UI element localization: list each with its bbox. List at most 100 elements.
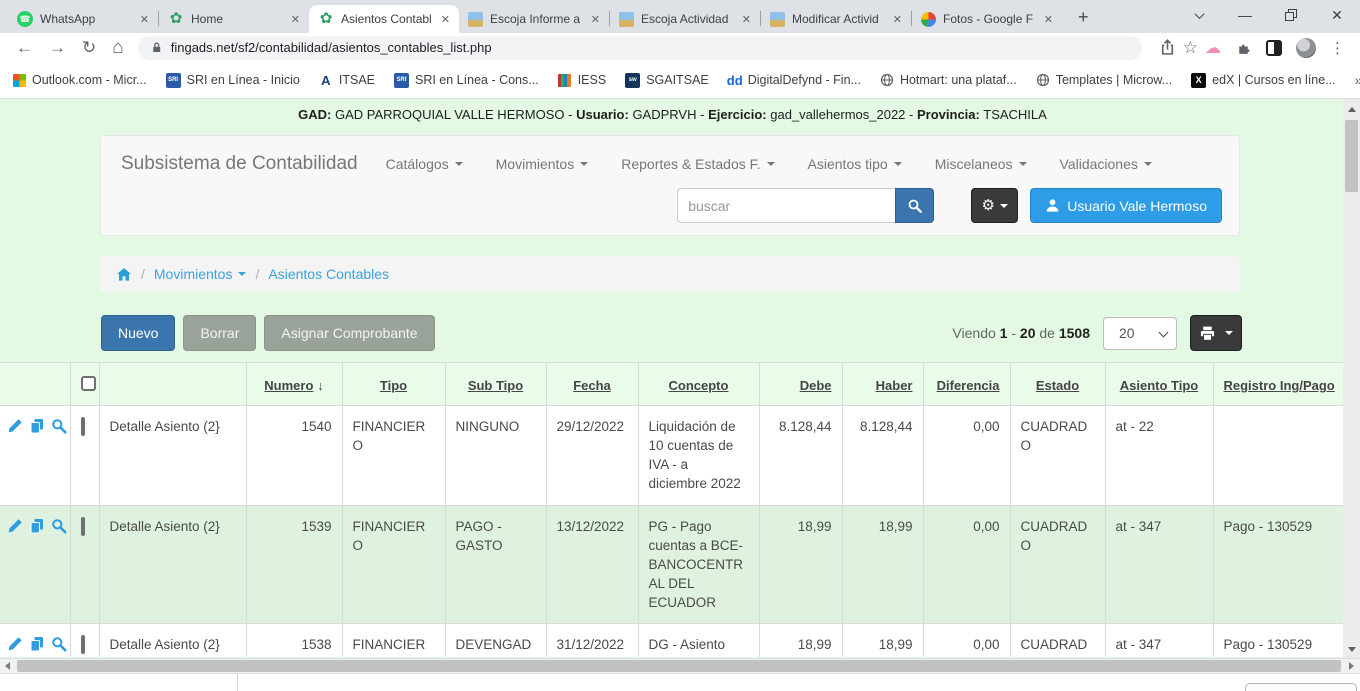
sort-diferencia[interactable]: Diferencia [937, 378, 1000, 393]
menu-catalogos[interactable]: Catálogos [386, 156, 463, 172]
page-size-select[interactable]: 20 [1103, 317, 1177, 350]
reader-extension-icon[interactable] [1266, 40, 1282, 56]
tab-asientos-contables-active[interactable]: ✿ Asientos Contabl ✕ [309, 5, 459, 33]
extensions-puzzle-icon[interactable] [1235, 39, 1252, 56]
sort-tipo[interactable]: Tipo [380, 378, 407, 393]
bookmark-sri-consultas[interactable]: SRI SRI en Línea - Cons... [394, 73, 539, 88]
search-input[interactable] [677, 188, 895, 223]
back-icon[interactable]: ← [16, 38, 33, 58]
sort-numero[interactable]: Numero [264, 378, 313, 393]
sort-haber[interactable]: Haber [876, 378, 913, 393]
restore-button[interactable] [1268, 1, 1314, 29]
close-icon[interactable]: ✕ [890, 11, 905, 28]
bookmark-star-icon[interactable]: ☆ [1183, 38, 1198, 58]
new-tab-button[interactable]: + [1072, 7, 1095, 28]
bookmark-iess[interactable]: IESS [558, 73, 607, 87]
sort-estado[interactable]: Estado [1036, 378, 1079, 393]
window-close-button[interactable]: ✕ [1314, 1, 1360, 29]
breadcrumb-asientos-contables[interactable]: Asientos Contables [268, 266, 389, 282]
cell-asiento-tipo-link[interactable]: at - 347 [1105, 624, 1213, 657]
tab-home[interactable]: ✿ Home ✕ [159, 5, 309, 33]
menu-asientos-tipo[interactable]: Asientos tipo [808, 156, 902, 172]
tab-modificar-actividad[interactable]: Modificar Activid ✕ [761, 5, 911, 33]
tab-whatsapp[interactable]: ☎ WhatsApp ✕ [8, 5, 158, 33]
close-icon[interactable]: ✕ [739, 11, 754, 28]
menu-movimientos[interactable]: Movimientos [496, 156, 589, 172]
sort-fecha[interactable]: Fecha [573, 378, 611, 393]
bookmark-sgaitsae[interactable]: sw SGAITSAE [625, 73, 709, 88]
sort-debe[interactable]: Debe [800, 378, 832, 393]
close-icon[interactable]: ✕ [1041, 11, 1056, 28]
row-checkbox[interactable] [81, 517, 85, 536]
row-checkbox[interactable] [81, 417, 85, 436]
cell-detalle-link[interactable]: Detalle Asiento (2} [99, 406, 246, 506]
edit-pencil-icon[interactable] [7, 636, 23, 652]
horizontal-scrollbar-thumb[interactable] [17, 660, 1341, 672]
view-magnifier-icon[interactable] [51, 518, 67, 534]
edit-pencil-icon[interactable] [7, 518, 23, 534]
edit-pencil-icon[interactable] [7, 418, 23, 434]
bookmark-hotmart[interactable]: Hotmart: una plataf... [880, 73, 1017, 87]
close-icon[interactable]: ✕ [588, 11, 603, 28]
sort-sub-tipo[interactable]: Sub Tipo [468, 378, 523, 393]
select-all-checkbox[interactable] [81, 376, 96, 391]
sort-concepto[interactable]: Concepto [669, 378, 729, 393]
profile-avatar[interactable] [1296, 38, 1316, 58]
view-magnifier-icon[interactable] [51, 636, 67, 652]
scroll-up-arrow-icon[interactable] [1343, 101, 1360, 117]
scroll-down-arrow-icon[interactable] [1343, 641, 1360, 657]
tab-escoja-actividad[interactable]: Escoja Actividad ✕ [610, 5, 760, 33]
breadcrumb-movimientos[interactable]: Movimientos [154, 266, 247, 282]
close-icon[interactable]: ✕ [137, 11, 152, 28]
asignar-comprobante-button[interactable]: Asignar Comprobante [264, 315, 434, 351]
cell-detalle-link[interactable]: Detalle Asiento (2} [99, 624, 246, 657]
cell-registro-link[interactable]: Pago - 130529 [1213, 505, 1345, 624]
menu-validaciones[interactable]: Validaciones [1060, 156, 1152, 172]
sort-registro[interactable]: Registro Ing/Pago [1224, 378, 1335, 393]
bookmarks-overflow-chevron[interactable]: » [1355, 72, 1360, 88]
copy-icon[interactable] [29, 418, 45, 434]
settings-button[interactable]: ⚙ [971, 188, 1018, 223]
user-menu-button[interactable]: Usuario Vale Hermoso [1030, 188, 1222, 223]
home-icon[interactable]: ⌂ [112, 37, 123, 59]
reload-icon[interactable]: ↻ [82, 38, 96, 58]
share-icon[interactable] [1159, 39, 1176, 56]
bookmark-edx[interactable]: X edX | Cursos en líne... [1191, 73, 1335, 88]
bookmark-templates[interactable]: Templates | Microw... [1036, 73, 1172, 87]
menu-reportes[interactable]: Reportes & Estados F. [621, 156, 774, 172]
navbar-brand[interactable]: Subsistema de Contabilidad [121, 153, 358, 175]
scroll-left-arrow-icon[interactable] [0, 659, 15, 673]
chrome-menu-icon[interactable]: ⋮ [1330, 39, 1345, 57]
tab-escoja-informe[interactable]: Escoja Informe a ✕ [459, 5, 609, 33]
close-icon[interactable]: ✕ [438, 11, 453, 28]
close-icon[interactable]: ✕ [288, 11, 303, 28]
vertical-scrollbar[interactable] [1343, 99, 1360, 658]
cell-asiento-tipo-link[interactable]: at - 347 [1105, 505, 1213, 624]
scroll-right-arrow-icon[interactable] [1344, 659, 1359, 673]
vertical-scrollbar-thumb[interactable] [1345, 120, 1358, 192]
horizontal-scrollbar[interactable] [0, 658, 1360, 674]
home-icon[interactable] [116, 267, 132, 282]
row-checkbox[interactable] [81, 635, 85, 654]
cell-detalle-link[interactable]: Detalle Asiento (2} [99, 505, 246, 624]
copy-icon[interactable] [29, 636, 45, 652]
nuevo-button[interactable]: Nuevo [101, 315, 175, 351]
weather-extension-icon[interactable]: ☁ [1205, 38, 1221, 58]
print-button[interactable] [1190, 315, 1242, 351]
view-magnifier-icon[interactable] [51, 418, 67, 434]
minimize-button[interactable]: — [1222, 1, 1268, 29]
bookmark-sri-inicio[interactable]: SRI SRI en Línea - Inicio [166, 73, 300, 88]
bookmark-outlook[interactable]: Outlook.com - Micr... [12, 73, 147, 87]
search-button[interactable] [895, 188, 934, 223]
tab-google-fotos[interactable]: Fotos - Google F ✕ [912, 5, 1062, 33]
cell-asiento-tipo-link[interactable]: at - 22 [1105, 406, 1213, 506]
address-bar[interactable]: fingads.net/sf2/contabilidad/asientos_co… [138, 36, 1142, 60]
menu-miscelaneos[interactable]: Miscelaneos [935, 156, 1027, 172]
cell-registro-link[interactable]: Pago - 130529 [1213, 624, 1345, 657]
bookmark-digitaldefynd[interactable]: dd DigitalDefynd - Fin... [728, 73, 861, 87]
copy-icon[interactable] [29, 518, 45, 534]
bookmark-itsae[interactable]: A ITSAE [319, 73, 375, 87]
sort-asiento-tipo[interactable]: Asiento Tipo [1120, 378, 1198, 393]
forward-icon[interactable]: → [49, 38, 66, 58]
tab-search-chevron-icon[interactable] [1176, 1, 1222, 29]
